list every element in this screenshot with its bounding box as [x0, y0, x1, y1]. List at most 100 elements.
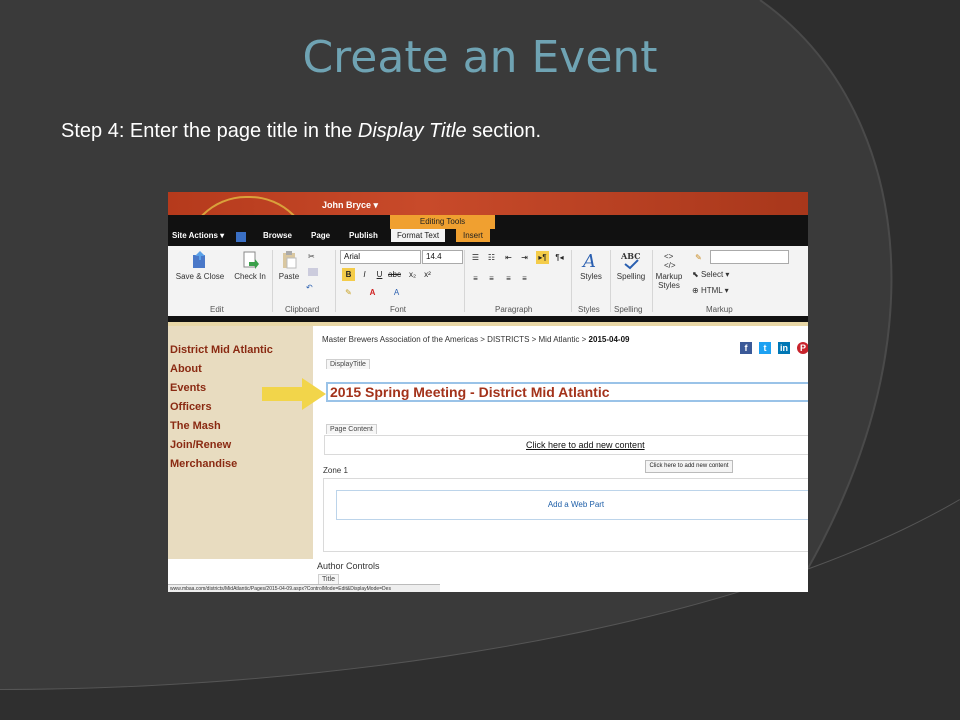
spelling-icon: ABC — [621, 251, 640, 270]
nav-district-mid-atlantic[interactable]: District Mid Atlantic — [170, 344, 273, 356]
font-family-select[interactable]: Arial — [340, 250, 421, 264]
bullet-list-icon[interactable]: ☰ — [469, 251, 482, 264]
markup-styles-button[interactable]: <> </> Markup Styles — [655, 250, 689, 290]
superscript-button[interactable]: x² — [421, 268, 434, 281]
underline-button[interactable]: U — [373, 268, 386, 281]
justify-icon[interactable]: ≡ — [518, 272, 531, 285]
strikethrough-button[interactable]: abc — [388, 268, 401, 281]
save-icon — [193, 251, 205, 268]
subtitle-text-pre: Step 4: Enter the page title in the — [61, 120, 358, 142]
ribbon: Save & Close Check In Edit Paste ✂ ↶ Cli… — [168, 246, 808, 317]
status-bar-url: www.mbaa.com/districts/MidAtlantic/Pages… — [168, 584, 440, 592]
ribbon-separator — [610, 250, 611, 312]
pointer-arrow — [262, 378, 326, 410]
display-title-input[interactable]: 2015 Spring Meeting - District Mid Atlan… — [326, 382, 808, 402]
align-right-icon[interactable]: ≡ — [502, 272, 515, 285]
author-controls-label: Author Controls — [317, 561, 380, 571]
paste-icon — [283, 251, 297, 269]
markup-icon: <></> — [664, 252, 676, 270]
italic-button[interactable]: I — [358, 268, 371, 281]
tab-format-text[interactable]: Format Text — [391, 229, 446, 242]
add-content-button[interactable]: Click here to add new content — [645, 460, 733, 473]
svg-text:A: A — [581, 251, 596, 270]
nav-about[interactable]: About — [170, 363, 202, 375]
page-content-label: Page Content — [326, 424, 377, 434]
tab-page[interactable]: Page — [311, 231, 330, 240]
tab-browse[interactable]: Browse — [263, 231, 292, 240]
indent-icon[interactable]: ⇥ — [518, 251, 531, 264]
nav-officers[interactable]: Officers — [170, 401, 212, 413]
group-edit-label: Edit — [210, 305, 224, 314]
title-tab[interactable]: Title — [318, 574, 339, 584]
number-list-icon[interactable]: ☷ — [485, 251, 498, 264]
ltr-icon[interactable]: ▸¶ — [536, 251, 549, 264]
cut-icon[interactable]: ✂ — [308, 252, 315, 261]
nav-join-renew[interactable]: Join/Renew — [170, 439, 231, 451]
font-size-select[interactable]: 14.4 — [422, 250, 463, 264]
group-paragraph-label: Paragraph — [495, 305, 533, 314]
language-icon[interactable]: ✎ — [692, 251, 705, 264]
save-close-button[interactable]: Save & Close — [172, 250, 228, 281]
editing-tools-label: Editing Tools — [390, 215, 495, 229]
left-navigation: District Mid Atlantic About Events Offic… — [168, 326, 313, 559]
site-actions-menu[interactable]: Site Actions ▾ — [172, 231, 224, 240]
breadcrumb: Master Brewers Association of the Americ… — [322, 335, 629, 344]
check-in-icon — [243, 251, 259, 269]
highlight-color-icon[interactable]: ✎ — [342, 286, 355, 299]
add-content-link[interactable]: Click here to add new content — [526, 440, 645, 450]
paste-label: Paste — [278, 272, 300, 281]
outdent-icon[interactable]: ⇤ — [502, 251, 515, 264]
ribbon-tab-bar: Editing Tools Site Actions ▾ Browse Page… — [168, 215, 808, 246]
tab-publish[interactable]: Publish — [349, 231, 378, 240]
select-button[interactable]: ⬉ Select ▾ — [692, 270, 729, 279]
zone-label: Zone 1 — [323, 466, 348, 475]
rtl-icon[interactable]: ¶◂ — [553, 251, 566, 264]
clear-format-icon[interactable]: A — [390, 286, 403, 299]
group-markup-label: Markup — [706, 305, 733, 314]
copy-icon[interactable] — [308, 268, 318, 276]
styles-label: Styles — [580, 272, 602, 281]
markup-styles-label: Markup Styles — [655, 272, 683, 290]
subtitle-emphasis: Display Title — [357, 120, 467, 142]
nav-events[interactable]: Events — [170, 382, 206, 394]
paste-button[interactable]: Paste — [274, 250, 304, 281]
tab-insert[interactable]: Insert — [456, 229, 491, 242]
markup-select[interactable] — [710, 250, 789, 264]
svg-text:</>: </> — [664, 261, 676, 270]
font-color-icon[interactable]: A — [366, 286, 379, 299]
twitter-icon[interactable]: t — [759, 342, 771, 354]
group-clipboard-label: Clipboard — [285, 305, 320, 314]
check-in-label: Check In — [234, 272, 266, 281]
display-title-label: DisplayTitle — [326, 359, 370, 369]
save-close-label: Save & Close — [175, 272, 225, 281]
ribbon-separator — [571, 250, 572, 312]
breadcrumb-path[interactable]: Master Brewers Association of the Americ… — [322, 335, 589, 344]
slide-title: Create an Event — [302, 32, 658, 83]
linkedin-icon[interactable]: in — [778, 342, 790, 354]
spelling-label: Spelling — [616, 272, 646, 281]
group-spelling-label: Spelling — [614, 305, 643, 314]
html-label: HTML — [700, 286, 723, 295]
pinterest-icon[interactable]: P — [797, 342, 808, 354]
check-in-button[interactable]: Check In — [230, 250, 270, 281]
select-label: Select — [700, 270, 724, 279]
nav-merchandise[interactable]: Merchandise — [170, 458, 237, 470]
align-center-icon[interactable]: ≡ — [485, 272, 498, 285]
user-menu[interactable]: John Bryce ▾ — [322, 200, 378, 211]
site-header: John Bryce ▾ — [168, 192, 808, 258]
spelling-button[interactable]: ABC Spelling — [612, 250, 650, 281]
add-web-part-button[interactable]: Add a Web Part — [336, 490, 808, 520]
bold-button[interactable]: B — [342, 268, 355, 281]
subscript-button[interactable]: x₂ — [406, 268, 419, 281]
facebook-icon[interactable]: f — [740, 342, 752, 354]
group-styles-label: Styles — [578, 305, 600, 314]
align-left-icon[interactable]: ≡ — [469, 272, 482, 285]
undo-icon[interactable]: ↶ — [306, 283, 313, 292]
html-button[interactable]: ⊕ HTML ▾ — [692, 286, 729, 295]
styles-icon: A — [581, 251, 596, 270]
edit-icon[interactable] — [236, 232, 246, 242]
ribbon-separator — [652, 250, 653, 312]
nav-the-mash[interactable]: The Mash — [170, 420, 221, 432]
styles-button[interactable]: A Styles — [574, 250, 608, 281]
ribbon-separator — [464, 250, 465, 312]
